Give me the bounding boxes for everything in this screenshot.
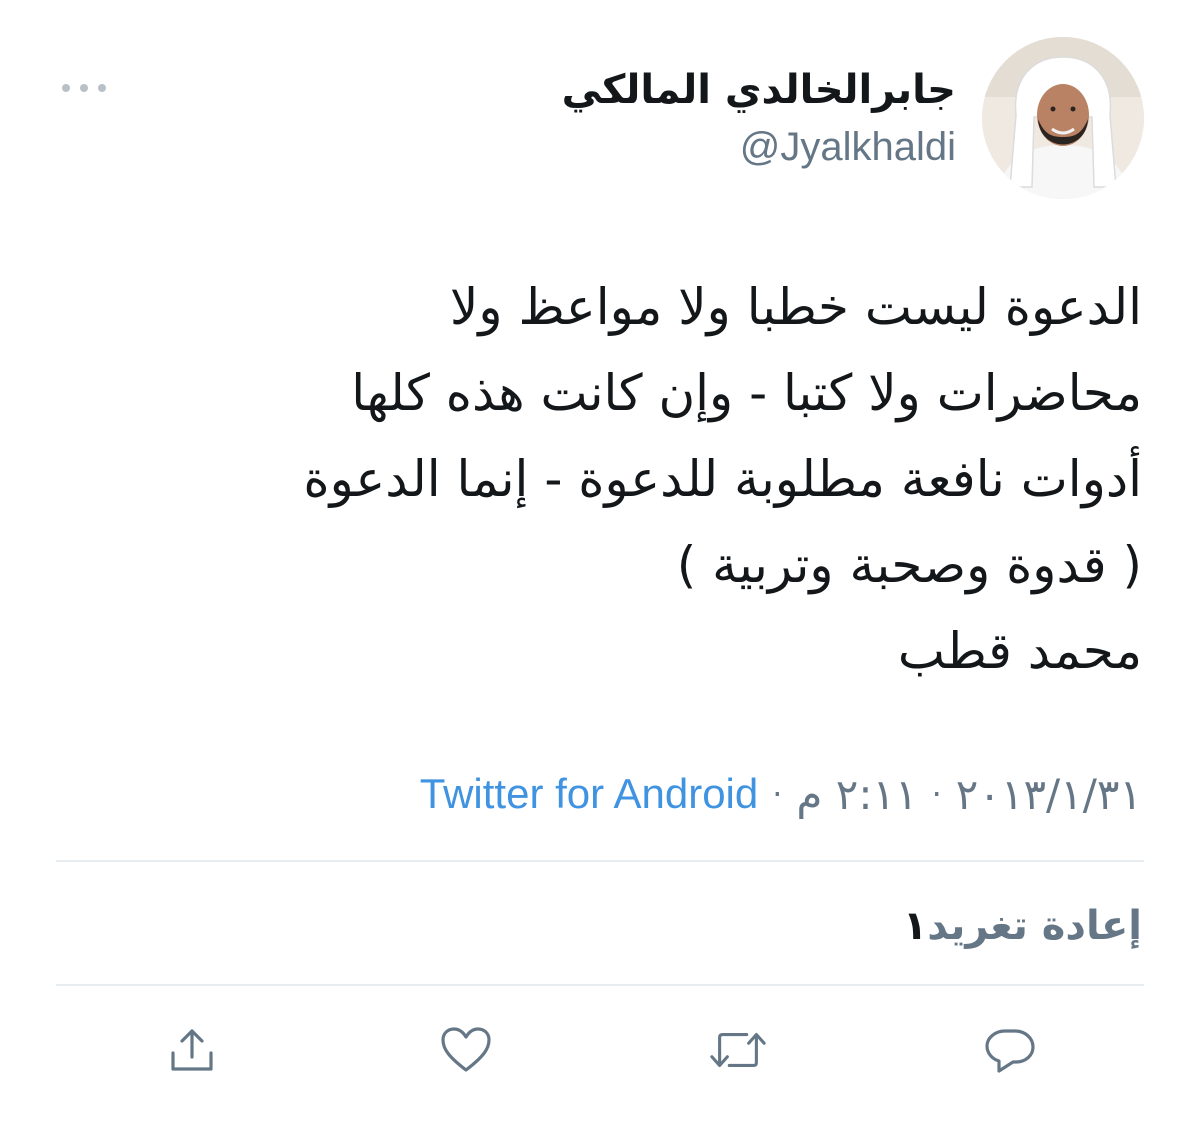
tweet-text-line: محمد قطب [897,622,1142,680]
more-dot [62,84,70,92]
retweet-button[interactable] [708,1020,768,1080]
share-upload-icon [171,1029,213,1071]
tweet-time: ٢:١١ م [796,769,918,819]
tweet-text: الدعوة ليست خطبا ولا مواعظ ولا محاضرات و… [42,264,1142,694]
like-button[interactable] [436,1020,496,1080]
retweet-count: ١ [902,903,928,949]
tweet-actions-bar [0,1020,1200,1080]
tweet-date: ٢٠١٣/١/٣١ [955,769,1142,819]
reply-button[interactable] [980,1020,1040,1080]
more-dot [80,84,88,92]
meta-separator: · [772,775,783,813]
tweet-text-line: ( قدوة وصحبة وتربية ) [676,536,1142,594]
share-button[interactable] [162,1020,222,1080]
tweet-meta: ٢٠١٣/١/٣١ · ٢:١١ م · Twitter for Android [420,762,1142,826]
tweet-text-line: محاضرات ولا كتبا - وإن كانت هذه كلها [351,364,1142,422]
more-options-button[interactable] [62,74,106,102]
author-names: جابرالخالدي المالكي @Jyalkhaldi [562,63,956,173]
retweet-label: إعادة تغريد [927,903,1142,949]
retweet-arrows-icon [710,1032,766,1068]
tweet-header: جابرالخالدي المالكي @Jyalkhaldi [562,37,1144,199]
tweet-text-line: أدوات نافعة مطلوبة للدعوة - إنما الدعوة [303,450,1142,508]
reply-bubble-icon [985,1029,1035,1073]
tweet-text-line: الدعوة ليست خطبا ولا مواعظ ولا [449,278,1142,336]
author-display-name[interactable]: جابرالخالدي المالكي [562,63,956,117]
avatar-image [982,37,1144,199]
tweet-source-link[interactable]: Twitter for Android [420,770,758,818]
avatar[interactable] [982,37,1144,199]
more-dot [98,84,106,92]
heart-icon [441,1027,491,1072]
divider [56,860,1144,862]
meta-separator: · [931,775,942,813]
divider [56,984,1144,986]
author-handle[interactable]: @Jyalkhaldi [740,121,956,173]
retweet-stats[interactable]: ١ إعادة تغريد [891,896,1142,956]
